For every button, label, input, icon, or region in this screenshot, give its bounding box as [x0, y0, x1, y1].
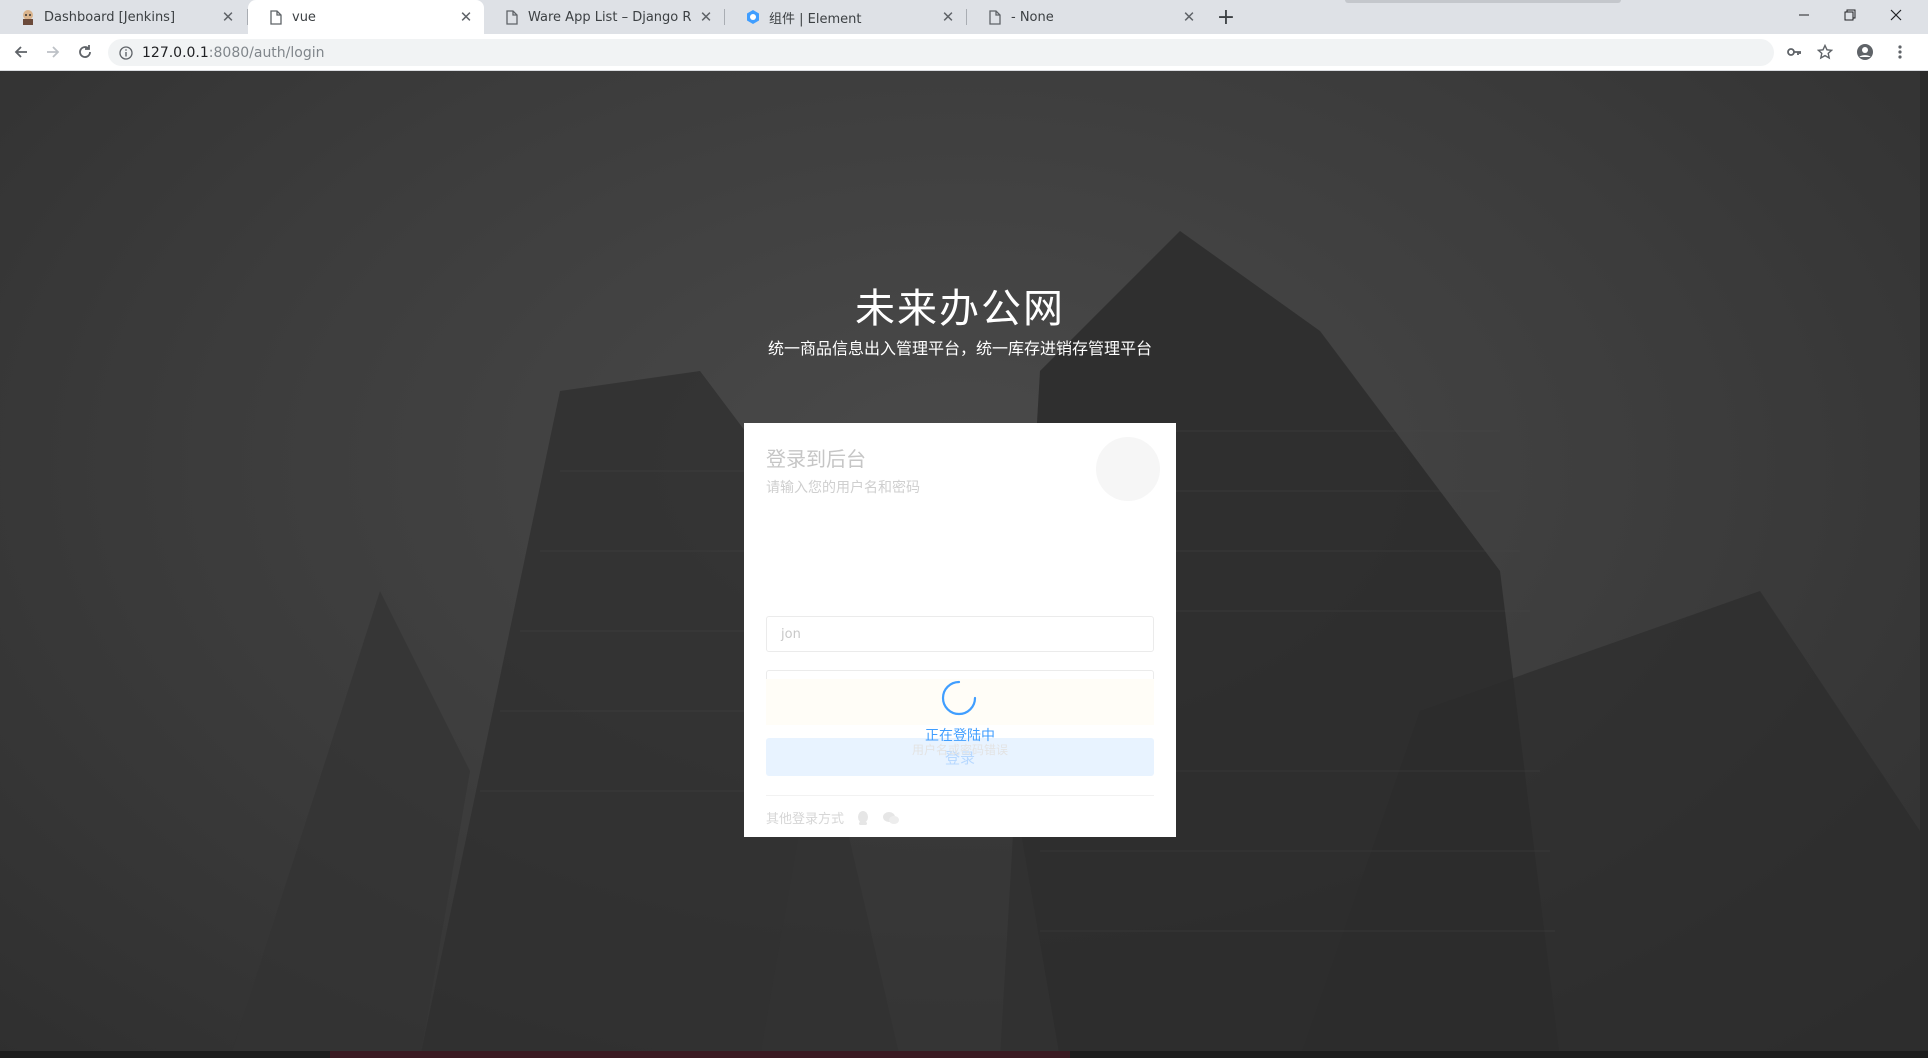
- close-icon[interactable]: ✕: [458, 8, 474, 26]
- tab-title: Dashboard [Jenkins]: [44, 9, 176, 25]
- url-path: :8080/auth/login: [208, 44, 325, 61]
- tab-title: vue: [292, 9, 316, 25]
- jenkins-icon: [20, 9, 36, 25]
- browser-toolbar: 127.0.0.1:8080/auth/login: [0, 34, 1928, 71]
- page-icon: [504, 9, 520, 25]
- url-text: 127.0.0.1:8080/auth/login: [142, 45, 325, 61]
- page-icon: [268, 9, 284, 25]
- tab-strip-overflow: [1345, 0, 1621, 3]
- info-icon[interactable]: [118, 45, 134, 61]
- taskbar: [0, 1051, 1928, 1058]
- taskbar-active-area: [330, 1051, 1070, 1058]
- tab-element[interactable]: 组件 | Element ✕: [725, 0, 966, 34]
- site-subtitle: 统一商品信息出入管理平台，统一库存进销存管理平台: [767, 339, 1152, 358]
- back-icon[interactable]: [9, 40, 33, 64]
- close-icon[interactable]: ✕: [940, 8, 956, 26]
- close-icon[interactable]: ✕: [1181, 8, 1197, 26]
- element-icon: [745, 9, 761, 25]
- window-close-icon[interactable]: [1873, 0, 1919, 30]
- key-icon[interactable]: [1782, 40, 1806, 64]
- reload-icon[interactable]: [73, 40, 97, 64]
- url-host: 127.0.0.1: [142, 44, 209, 61]
- new-tab-button[interactable]: +: [1214, 5, 1238, 30]
- tab-title: - None: [1011, 9, 1054, 25]
- star-icon[interactable]: [1813, 40, 1837, 64]
- address-bar[interactable]: 127.0.0.1:8080/auth/login: [108, 39, 1774, 66]
- forward-icon[interactable]: [41, 40, 65, 64]
- tab-django[interactable]: Ware App List – Django REST f ✕: [484, 0, 724, 34]
- tab-strip: Dashboard [Jenkins] ✕ vue ✕ Ware App Lis…: [0, 0, 1928, 34]
- scrollbar[interactable]: [1920, 71, 1928, 1058]
- login-page: 未来办公网 统一商品信息出入管理平台，统一库存进销存管理平台 登录到后台 请输入…: [0, 71, 1920, 1058]
- page-icon: [987, 9, 1003, 25]
- loading-spinner-icon: [941, 680, 977, 716]
- minimize-icon[interactable]: [1781, 0, 1827, 30]
- tab-title: 组件 | Element: [769, 11, 862, 27]
- close-icon[interactable]: ✕: [220, 8, 236, 26]
- tab-none[interactable]: - None ✕: [967, 0, 1207, 34]
- loading-text: 正在登陆中: [925, 728, 995, 744]
- menu-icon[interactable]: [1888, 40, 1912, 64]
- restore-icon[interactable]: [1827, 0, 1873, 30]
- tab-title: Ware App List – Django REST f: [528, 9, 692, 25]
- login-card: 登录到后台 请输入您的用户名和密码 jon ········ 登录 其他登录方式…: [744, 423, 1176, 837]
- close-icon[interactable]: ✕: [698, 8, 714, 26]
- tab-vue[interactable]: vue ✕: [248, 0, 484, 34]
- site-title: 未来办公网: [855, 286, 1065, 332]
- account-icon[interactable]: [1853, 40, 1877, 64]
- tab-jenkins[interactable]: Dashboard [Jenkins] ✕: [0, 0, 246, 34]
- loading-overlay: 用户名或密码错误 正在登陆中: [744, 423, 1176, 837]
